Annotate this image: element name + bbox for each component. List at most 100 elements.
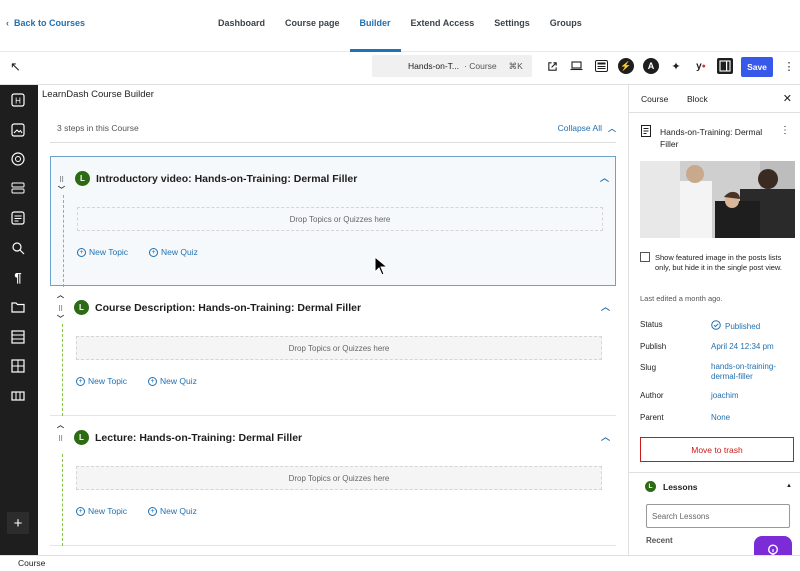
- paragraph-block-icon[interactable]: ¶: [9, 268, 27, 286]
- move-up-icon[interactable]: ︿: [57, 290, 64, 300]
- more-options-icon[interactable]: ⋮: [780, 125, 790, 136]
- save-button[interactable]: Save: [741, 57, 773, 77]
- slug-value[interactable]: hands-on-training-dermal-filler: [711, 362, 796, 382]
- heading-block-icon[interactable]: H: [9, 91, 27, 109]
- search-lessons-input[interactable]: Search Lessons: [646, 504, 790, 528]
- lesson-item[interactable]: ︿ ⠿ ﹀ L Course Description: Hands-on-Tra…: [50, 286, 616, 416]
- tab-extend-access[interactable]: Extend Access: [401, 0, 485, 52]
- target-block-icon[interactable]: [9, 150, 27, 168]
- columns-block-icon[interactable]: [9, 387, 27, 405]
- drop-zone[interactable]: Drop Topics or Quizzes here: [76, 336, 602, 360]
- chevron-up-icon[interactable]: ︿: [601, 300, 610, 313]
- lesson-item[interactable]: ︿ ⠿ L Lecture: Hands-on-Training: Dermal…: [50, 416, 616, 546]
- new-quiz-button[interactable]: + New Quiz: [148, 506, 197, 516]
- lesson-title[interactable]: Lecture: Hands-on-Training: Dermal Fille…: [95, 432, 302, 444]
- device-preview-icon[interactable]: [568, 58, 584, 74]
- featured-image-checkbox[interactable]: [640, 252, 650, 262]
- close-icon[interactable]: ✕: [783, 92, 792, 105]
- back-label: Back to Courses: [14, 18, 86, 28]
- drop-zone[interactable]: Drop Topics or Quizzes here: [76, 466, 602, 490]
- yoast-seo-icon[interactable]: y ●: [693, 58, 709, 74]
- command-palette-button[interactable]: Hands-on-T... · Course ⌘K: [372, 55, 532, 77]
- external-link-icon[interactable]: [544, 58, 560, 74]
- more-options-icon[interactable]: ⋮: [781, 58, 797, 74]
- tab-block[interactable]: Block: [687, 94, 708, 104]
- move-down-icon[interactable]: ﹀: [57, 314, 64, 324]
- lesson-title[interactable]: Introductory video: Hands-on-Training: D…: [96, 173, 357, 185]
- tab-settings[interactable]: Settings: [484, 0, 540, 52]
- plus-circle-icon: +: [148, 506, 157, 516]
- mouse-cursor-icon: [374, 256, 388, 276]
- author-value[interactable]: joachim: [711, 391, 796, 401]
- image-block-icon[interactable]: [9, 121, 27, 139]
- new-quiz-label: New Quiz: [160, 506, 197, 516]
- slug-label: Slug: [640, 363, 657, 372]
- status-value[interactable]: Published: [711, 320, 796, 333]
- new-quiz-button[interactable]: + New Quiz: [149, 247, 198, 257]
- search-settings-icon[interactable]: [9, 239, 27, 257]
- back-to-courses-link[interactable]: ‹ Back to Courses: [6, 18, 85, 28]
- tab-groups[interactable]: Groups: [540, 0, 592, 52]
- course-builder: LearnDash Course Builder 3 steps in this…: [38, 85, 628, 555]
- last-edited-text: Last edited a month ago.: [640, 294, 723, 303]
- settings-sidebar-toggle-icon[interactable]: [717, 58, 733, 74]
- new-quiz-button[interactable]: + New Quiz: [148, 376, 197, 386]
- lesson-connector: [63, 195, 64, 287]
- block-inserter-sidebar: H ¶ +: [0, 85, 38, 555]
- new-topic-button[interactable]: + New Topic: [77, 247, 128, 257]
- chevron-up-icon[interactable]: ︿: [600, 171, 609, 184]
- lesson-badge-icon: L: [645, 481, 656, 492]
- featured-image[interactable]: [640, 161, 795, 238]
- arrow-up-left-icon[interactable]: ↖: [10, 59, 21, 75]
- move-down-icon[interactable]: ﹀: [58, 185, 65, 195]
- builder-title: LearnDash Course Builder: [42, 89, 154, 100]
- grid-block-icon[interactable]: [9, 357, 27, 375]
- tab-course-page[interactable]: Course page: [275, 0, 350, 52]
- ai-sparkle-icon[interactable]: ✦: [668, 58, 684, 74]
- lesson-connector: [62, 454, 63, 546]
- drag-handle-icon[interactable]: ⠿: [58, 436, 66, 443]
- plus-circle-icon: +: [148, 376, 157, 386]
- post-content-block-icon[interactable]: [9, 209, 27, 227]
- recent-tab[interactable]: Recent: [646, 536, 673, 545]
- lesson-title[interactable]: Course Description: Hands-on-Training: D…: [95, 302, 361, 314]
- astra-plugin-icon[interactable]: A: [643, 58, 659, 74]
- tab-builder[interactable]: Builder: [349, 0, 401, 52]
- published-check-icon: [711, 320, 721, 333]
- tab-course[interactable]: Course: [641, 94, 668, 104]
- layout-icon[interactable]: [593, 58, 609, 74]
- drop-zone[interactable]: Drop Topics or Quizzes here: [77, 207, 603, 231]
- list-block-icon[interactable]: [9, 328, 27, 346]
- move-up-icon[interactable]: ︿: [57, 420, 64, 430]
- chevron-up-icon: ︿: [608, 124, 616, 133]
- panel-tabs: Course Block ✕: [629, 85, 800, 113]
- nav-tabs: Dashboard Course page Builder Extend Acc…: [208, 0, 592, 52]
- triangle-up-icon[interactable]: ▲: [786, 483, 792, 489]
- new-topic-button[interactable]: + New Topic: [76, 376, 127, 386]
- lesson-item[interactable]: ⠿ ﹀ L Introductory video: Hands-on-Train…: [50, 156, 616, 287]
- tab-dashboard[interactable]: Dashboard: [208, 0, 275, 52]
- divider: [629, 472, 800, 473]
- command-title: Hands-on-T...: [408, 61, 460, 71]
- new-topic-label: New Topic: [88, 376, 128, 386]
- parent-value[interactable]: None: [711, 413, 796, 423]
- drag-handle-icon[interactable]: ⠿: [58, 306, 66, 313]
- bolt-plugin-icon[interactable]: ⚡: [618, 58, 634, 74]
- drag-handle-icon[interactable]: ⠿: [59, 177, 67, 184]
- new-topic-button[interactable]: + New Topic: [76, 506, 127, 516]
- publish-date[interactable]: April 24 12:34 pm: [711, 342, 796, 352]
- collapse-all-label: Collapse All: [557, 123, 602, 133]
- chevron-left-icon: ‹: [6, 18, 9, 28]
- post-title: Hands-on-Training: Dermal Filler: [660, 127, 763, 149]
- status-text: Published: [725, 321, 761, 331]
- command-shortcut: ⌘K: [508, 60, 523, 71]
- settings-panel: Course Block ✕ Hands-on-Training: Dermal…: [628, 85, 800, 555]
- move-to-trash-button[interactable]: Move to trash: [640, 437, 794, 462]
- folder-icon[interactable]: [9, 298, 27, 316]
- rows-block-icon[interactable]: [9, 179, 27, 197]
- chevron-up-icon[interactable]: ︿: [601, 430, 610, 443]
- collapse-all-button[interactable]: Collapse All ︿: [557, 123, 616, 133]
- add-block-button[interactable]: +: [7, 512, 29, 534]
- breadcrumb[interactable]: Course: [18, 558, 45, 568]
- lessons-section-title[interactable]: Lessons: [663, 482, 698, 492]
